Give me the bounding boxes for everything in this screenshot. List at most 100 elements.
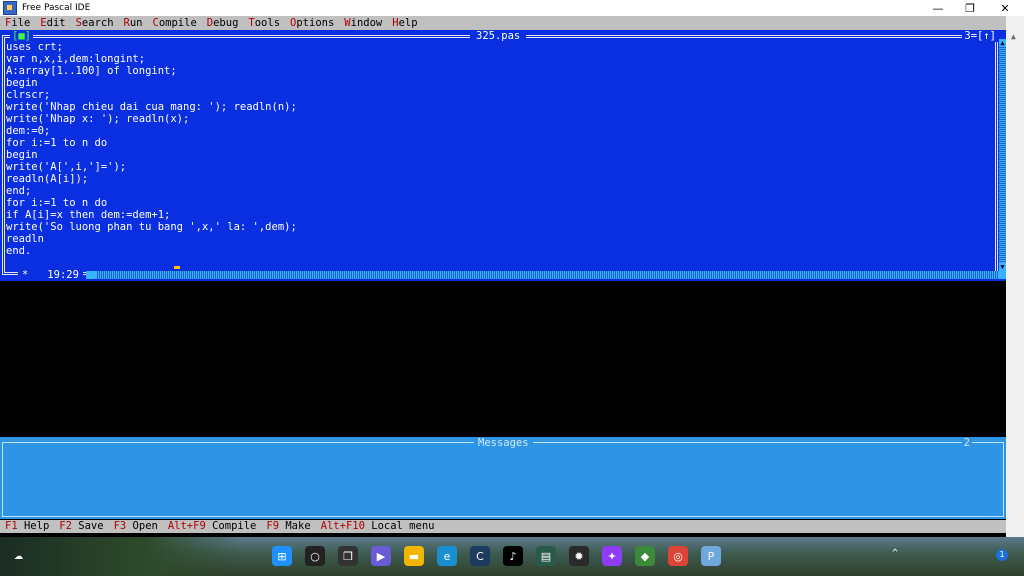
menu-label: dit	[46, 17, 66, 29]
code-line[interactable]: for i:=1 to n do	[6, 137, 297, 149]
code-line[interactable]: write('Nhap chieu dai cua mang: '); read…	[6, 101, 297, 113]
menu-edit[interactable]: Edit	[35, 16, 70, 30]
code-line[interactable]: write('Nhap x: '); readln(x);	[6, 113, 297, 125]
menu-options[interactable]: Options	[285, 16, 339, 30]
position-value: 19:29	[47, 269, 79, 281]
code-line[interactable]: write('A[',i,']=');	[6, 161, 297, 173]
restore-icon: ❐	[965, 1, 975, 15]
fkey-help[interactable]: F1 Help	[0, 520, 54, 533]
window-scroll-gutter[interactable]	[1006, 16, 1024, 537]
scroll-left-arrow-icon[interactable]	[86, 271, 96, 279]
minimize-icon: —	[932, 1, 944, 15]
menu-debug[interactable]: Debug	[202, 16, 244, 30]
code-line[interactable]: clrscr;	[6, 89, 297, 101]
fkey-open[interactable]: F3 Open	[109, 520, 163, 533]
editor-bottom-frame: * 19:29	[0, 269, 1006, 281]
menu-label: elp	[398, 17, 418, 29]
code-line[interactable]: for i:=1 to n do	[6, 197, 297, 209]
tray-chevron-icon[interactable]: ^	[892, 548, 898, 559]
menu-file[interactable]: File	[0, 16, 35, 30]
close-icon: ✕	[1000, 1, 1010, 15]
chrome-icon[interactable]: ◎	[668, 546, 688, 566]
window-title-bar: Free Pascal IDE — ❐ ✕	[0, 0, 1024, 16]
app-c-icon[interactable]: C	[470, 546, 490, 566]
fkey-label: Help	[23, 520, 50, 532]
code-line[interactable]: end.	[6, 245, 297, 257]
editor-window[interactable]: [■] 325.pas 3=[↑] uses crt; var n,x,i,dem…	[0, 30, 1006, 281]
function-key-bar: F1 Help F2 Save F3 Open Alt+F9 Compile F9 Ma…	[0, 520, 1006, 533]
modified-marker: *	[22, 269, 29, 281]
menu-label: ebug	[213, 17, 239, 29]
minimize-button[interactable]: —	[921, 0, 955, 16]
menu-help[interactable]: Help	[387, 16, 422, 30]
code-line[interactable]: var n,x,i,dem:longint;	[6, 53, 297, 65]
tiktok-icon[interactable]: ♪	[503, 546, 523, 566]
code-line[interactable]: A:array[1..100] of longint;	[6, 65, 297, 77]
code-line[interactable]: readln(A[i]);	[6, 173, 297, 185]
app-red-icon[interactable]: ✹	[569, 546, 589, 566]
menu-label: earch	[81, 17, 114, 29]
search-icon[interactable]: ○	[305, 546, 325, 566]
menu-search[interactable]: Search	[71, 16, 119, 30]
task-view-icon[interactable]: ❐	[338, 546, 358, 566]
editor-window-number[interactable]: 3=[↑]	[962, 30, 998, 42]
code-area[interactable]: uses crt; var n,x,i,dem:longint; A:array[1…	[6, 41, 297, 257]
app-green-icon[interactable]: ▤	[536, 546, 556, 566]
menu-label: indow	[350, 17, 383, 29]
start-icon[interactable]: ⊞	[272, 546, 292, 566]
meet-icon[interactable]: ▶	[371, 546, 391, 566]
fkey-key: F9	[266, 520, 280, 532]
text-cursor	[174, 266, 180, 269]
menu-window[interactable]: Window	[339, 16, 387, 30]
menu-run[interactable]: Run	[119, 16, 148, 30]
window-title: Free Pascal IDE	[22, 3, 91, 13]
messages-title: Messages	[474, 437, 533, 449]
messages-window-number: 2	[961, 437, 972, 449]
fkey-label: Open	[132, 520, 158, 532]
scroll-right-arrow-icon[interactable]	[998, 271, 1006, 279]
free-pascal-icon[interactable]: P	[701, 546, 721, 566]
fkey-compile[interactable]: Alt+F9 Compile	[163, 520, 262, 533]
menu-label: un	[129, 17, 143, 29]
code-line[interactable]: end;	[6, 185, 297, 197]
menu-compile[interactable]: Compile	[148, 16, 202, 30]
menu-label: ptions	[296, 17, 335, 29]
code-line[interactable]: dem:=0;	[6, 125, 297, 137]
horizontal-scrollbar[interactable]	[86, 271, 1000, 279]
menu-tools[interactable]: Tools	[243, 16, 285, 30]
file-explorer-icon[interactable]: ▬	[404, 546, 424, 566]
code-line[interactable]: begin	[6, 77, 297, 89]
scroll-up-arrow-icon[interactable]: ▲	[999, 39, 1006, 47]
vertical-scrollbar[interactable]	[999, 39, 1006, 271]
maximize-button[interactable]: ❐	[953, 0, 987, 16]
editor-filename: 325.pas	[470, 30, 527, 42]
code-line[interactable]: uses crt;	[6, 41, 297, 53]
fkey-label: Make	[285, 520, 311, 532]
gutter-up-arrow-icon[interactable]: ▲	[1011, 32, 1016, 41]
code-line[interactable]: begin	[6, 149, 297, 161]
code-line[interactable]: readln	[6, 233, 297, 245]
weather-icon[interactable]: ☁	[14, 545, 36, 565]
code-line[interactable]: if A[i]=x then dem:=dem+1;	[6, 209, 297, 221]
messenger-icon[interactable]: ✦	[602, 546, 622, 566]
fkey-label: Compile	[212, 520, 257, 532]
code-line[interactable]: write('So luong phan tu bang ',x,' la: '…	[6, 221, 297, 233]
app-globe-icon[interactable]: ◆	[635, 546, 655, 566]
fkey-key: F2	[59, 520, 72, 532]
menu-bar: File Edit Search Run Compile Debug Tools Option…	[0, 16, 1006, 30]
close-button[interactable]: ✕	[988, 0, 1022, 16]
fkey-key: Alt+F10	[320, 520, 365, 532]
ide-background	[0, 281, 1006, 437]
fkey-label: Local menu	[371, 520, 435, 532]
edge-icon[interactable]: e	[437, 546, 457, 566]
messages-window[interactable]: Messages 2	[0, 437, 1006, 519]
fkey-label: Save	[78, 520, 104, 532]
menu-label: ools	[254, 17, 281, 29]
fkey-make[interactable]: F9 Make	[261, 520, 315, 533]
fkey-key: Alt+F9	[167, 520, 206, 532]
notification-badge[interactable]: 1	[996, 549, 1008, 561]
menu-label: ompile	[158, 17, 197, 29]
fkey-key: F3	[113, 520, 127, 532]
fkey-save[interactable]: F2 Save	[54, 520, 108, 533]
fkey-local-menu[interactable]: Alt+F10 Local menu	[316, 520, 440, 533]
